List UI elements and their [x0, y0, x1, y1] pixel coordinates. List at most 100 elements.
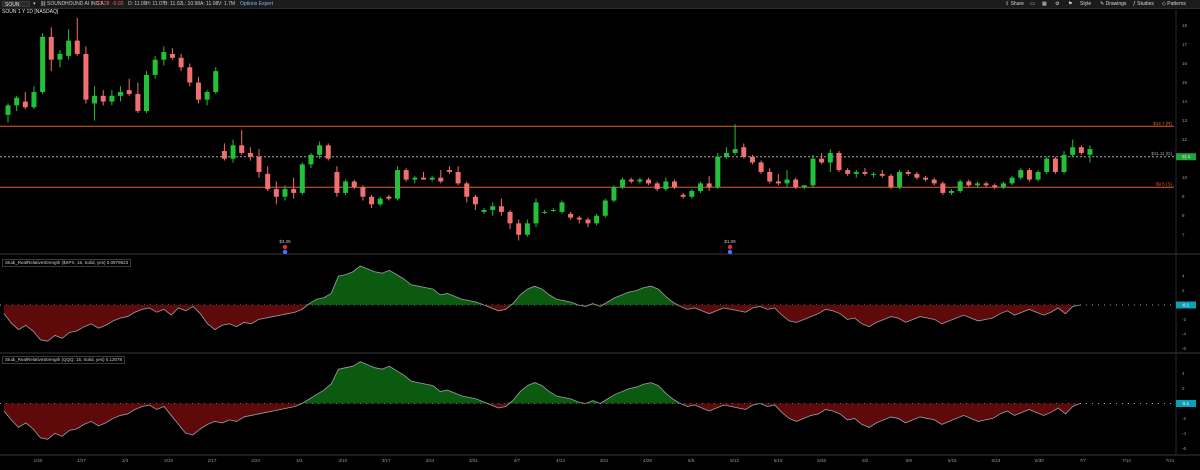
candle-body: [343, 181, 349, 193]
candle-body: [1070, 147, 1076, 155]
date-tick-label: 5/26: [817, 458, 826, 463]
candle-body: [949, 191, 955, 193]
candle-body: [732, 149, 738, 153]
study-tick-label: -4: [1182, 431, 1186, 436]
price-tick-label: 17: [1182, 42, 1188, 47]
date-tick-label: 1/27: [77, 458, 86, 463]
positive-area: [4, 265, 1080, 305]
candle-body: [524, 223, 530, 235]
date-tick-label: 5/12: [730, 458, 739, 463]
candle-body: [143, 74, 149, 112]
candle-body: [299, 164, 305, 193]
candle-body: [178, 57, 184, 68]
candle-body: [31, 92, 37, 108]
study-tick-label: 4: [1182, 274, 1185, 279]
candle-body: [1052, 158, 1058, 172]
candle-body: [628, 179, 634, 182]
candle-body: [438, 177, 444, 182]
study-tick-label: 2: [1182, 288, 1185, 293]
date-tick-label: 2/3: [122, 458, 129, 463]
candle-body: [282, 189, 288, 197]
date-tick-label: 4/14: [556, 458, 565, 463]
candle-body: [1009, 177, 1015, 184]
price-and-study-chart: $12.7 (R)$9.5 (S)$11.11 (D)11.1 $3.25 $1.…: [0, 10, 1200, 463]
candle-body: [905, 171, 911, 174]
date-tick-label: 7/21: [1166, 458, 1175, 463]
candle-body: [620, 179, 626, 188]
candle-body: [22, 101, 28, 108]
date-tick-label: 6/30: [1035, 458, 1044, 463]
candle-body: [291, 189, 297, 193]
candle-body: [931, 179, 937, 184]
study2-label[interactable]: Studi_RealRelativeStrength (QQQ, 15, Sol…: [2, 356, 126, 364]
candle-body: [974, 183, 980, 186]
price-tick-label: 7: [1182, 232, 1185, 237]
price-tick-label: 12: [1182, 137, 1188, 142]
price-levels: $12.7 (R)$9.5 (S)$11.11 (D)11.1: [0, 121, 1196, 188]
candle-body: [879, 173, 885, 176]
date-tick-label: 7/7: [1080, 458, 1087, 463]
candle-body: [74, 40, 80, 54]
candle-body: [758, 162, 764, 172]
candle-body: [247, 152, 253, 157]
candle-body: [654, 183, 660, 190]
date-tick-label: 1/20: [34, 458, 43, 463]
candle-body: [810, 158, 816, 186]
candle-body: [801, 185, 807, 188]
candle-body: [897, 171, 903, 188]
price-tick-label: 13: [1182, 118, 1188, 123]
candle-body: [923, 177, 929, 180]
study-tick-label: -2: [1182, 317, 1186, 322]
candle-body: [386, 196, 392, 199]
candle-body: [109, 95, 115, 102]
candle-body: [914, 173, 920, 178]
date-tick-label: 4/21: [600, 458, 609, 463]
candle-body: [481, 210, 487, 212]
date-tick-label: 3/10: [338, 458, 347, 463]
date-tick-label: 3/3: [296, 458, 303, 463]
study-tick-label: -2: [1182, 416, 1186, 421]
candle-body: [308, 154, 314, 165]
current-price-label: $11.11 (D): [1151, 151, 1172, 156]
date-tick-label: 6/9: [906, 458, 913, 463]
candle-body: [195, 82, 201, 100]
candle-body: [611, 187, 617, 201]
candle-body: [455, 171, 461, 184]
date-tick-label: 4/7: [514, 458, 521, 463]
candle-body: [568, 213, 574, 218]
candle-body: [412, 177, 418, 180]
event-marker-dot: [727, 244, 733, 250]
event-markers: $3.25 $1.09: [279, 239, 736, 255]
candle-body: [741, 147, 747, 157]
candle-body: [594, 215, 600, 224]
study1-label[interactable]: Studi_RealRelativeStrength ($SPX, 15, So…: [2, 259, 132, 267]
candle-body: [689, 191, 695, 197]
candle-body: [793, 179, 799, 188]
candle-body: [550, 210, 556, 212]
date-tick-label: 7/14: [1122, 458, 1131, 463]
candle-body: [542, 211, 548, 213]
candle-body: [1035, 171, 1041, 180]
candle-body: [118, 92, 124, 96]
candle-body: [957, 181, 963, 191]
positive-area: [4, 361, 1080, 404]
chart-panels: [0, 10, 1200, 456]
candle-body: [395, 170, 401, 199]
candle-body: [646, 179, 652, 184]
candle-body: [239, 145, 245, 153]
date-tick-label: 2/17: [208, 458, 217, 463]
candle-body: [784, 179, 790, 184]
candle-body: [403, 170, 409, 180]
price-tick-label: 9: [1182, 194, 1185, 199]
candle-body: [767, 171, 773, 182]
candle-body: [40, 36, 46, 93]
candle-body: [92, 95, 98, 104]
candle-body: [819, 158, 825, 163]
candle-body: [585, 219, 591, 224]
candle-body: [161, 52, 167, 60]
candle-body: [213, 71, 219, 93]
candle-body: [775, 181, 781, 184]
candle-body: [230, 145, 236, 159]
candle-body: [576, 217, 582, 220]
candle-body: [533, 202, 539, 224]
